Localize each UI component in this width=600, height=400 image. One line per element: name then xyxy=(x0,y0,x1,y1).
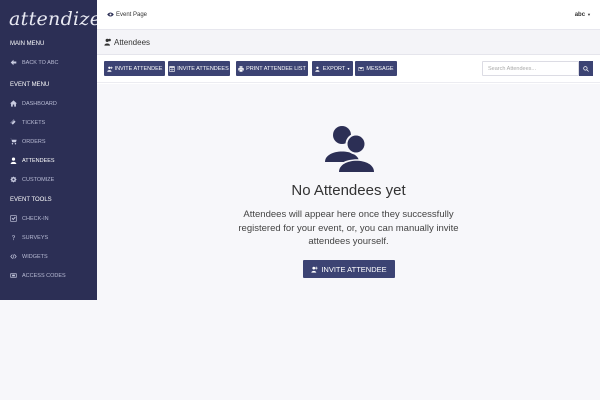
caret-down-icon: ▼ xyxy=(346,66,351,71)
message-label: MESSAGE xyxy=(366,65,394,72)
user-icon xyxy=(9,157,17,165)
search-attendees-input[interactable]: Search Attendees... xyxy=(482,61,579,76)
users-icon xyxy=(104,38,111,46)
sidebar-section-main-menu: MAIN MENU xyxy=(10,41,45,47)
invite-attendee-label: INVITE ATTENDEE xyxy=(114,65,163,72)
main-content: No Attendees yet Attendees will appear h… xyxy=(97,84,600,400)
sidebar-item-attendees[interactable]: ATTENDEES xyxy=(0,151,97,170)
print-attendee-list-button[interactable]: PRINT ATTENDEE LIST xyxy=(236,61,308,76)
arrow-left-icon xyxy=(9,59,17,67)
sidebar-section-event-menu: EVENT MENU xyxy=(10,82,50,88)
export-label: EXPORT xyxy=(322,65,346,72)
cog-icon xyxy=(9,176,17,184)
sidebar-item-widgets[interactable]: WIDGETS xyxy=(0,247,97,266)
question-icon xyxy=(9,234,17,242)
event-page-label: Event Page xyxy=(116,11,148,18)
sidebar-item-orders[interactable]: ORDERS xyxy=(0,132,97,151)
sidebar-item-check-in[interactable]: CHECK-IN xyxy=(0,209,97,228)
empty-state-title: No Attendees yet xyxy=(291,182,406,199)
message-button[interactable]: MESSAGE xyxy=(355,61,397,76)
sidebar-item-tickets[interactable]: TICKETS xyxy=(0,113,97,132)
sidebar-item-label: BACK TO ABC xyxy=(22,59,59,66)
search-button[interactable] xyxy=(579,61,593,76)
invite-attendee-label: INVITE ATTENDEE xyxy=(321,264,387,274)
sidebar-item-back[interactable]: BACK TO ABC xyxy=(0,53,97,72)
sidebar-item-label: CUSTOMIZE xyxy=(22,176,55,183)
eye-icon xyxy=(107,12,114,17)
sidebar-item-customize[interactable]: CUSTOMIZE xyxy=(0,170,97,189)
page-header: Attendees xyxy=(97,30,600,55)
users-icon xyxy=(325,126,378,172)
code-icon xyxy=(9,253,17,261)
invite-attendees-label: INVITE ATTENDEES xyxy=(177,65,229,72)
sidebar-item-dashboard[interactable]: DASHBOARD xyxy=(0,94,97,113)
sidebar-footer-space xyxy=(0,300,97,400)
cart-icon xyxy=(9,138,17,146)
sidebar-item-label: TICKETS xyxy=(22,119,46,126)
user-export-icon xyxy=(315,66,320,72)
sidebar-section-event-tools: EVENT TOOLS xyxy=(10,197,52,203)
envelope-icon xyxy=(358,66,365,71)
invite-attendee-button[interactable]: INVITE ATTENDEE xyxy=(104,61,165,76)
invite-attendees-button[interactable]: INVITE ATTENDEES xyxy=(168,61,230,76)
sidebar-item-label: WIDGETS xyxy=(22,253,48,260)
search-icon xyxy=(583,65,589,72)
invite-attendee-button[interactable]: INVITE ATTENDEE xyxy=(303,260,395,278)
event-page-link[interactable]: Event Page xyxy=(107,12,147,18)
export-dropdown-button[interactable]: EXPORT ▼ xyxy=(312,61,353,76)
empty-state-text: Attendees will appear here once they suc… xyxy=(238,209,459,247)
sidebar-item-label: ORDERS xyxy=(22,138,46,145)
top-bar: Event Page abc ▼ xyxy=(97,0,600,30)
table-icon xyxy=(169,65,175,72)
print-attendee-list-label: PRINT ATTENDEE LIST xyxy=(246,65,306,72)
sidebar-item-label: ATTENDEES xyxy=(22,157,55,164)
sidebar-item-label: CHECK-IN xyxy=(22,215,49,222)
sidebar-item-access-codes[interactable]: ACCESS CODES xyxy=(0,266,97,285)
sidebar-item-label: DASHBOARD xyxy=(22,100,57,107)
user-plus-icon xyxy=(311,266,318,273)
checkbox-icon xyxy=(9,215,17,223)
user-plus-icon xyxy=(106,66,113,72)
user-menu[interactable]: abc ▼ xyxy=(575,12,591,18)
user-name: abc xyxy=(574,11,586,18)
app-logo[interactable]: attendize xyxy=(0,0,101,37)
ticket-code-icon xyxy=(9,272,17,280)
caret-down-icon: ▼ xyxy=(587,12,591,17)
sidebar-item-label: ACCESS CODES xyxy=(22,272,66,279)
ticket-icon xyxy=(9,119,17,127)
page-title: Attendees xyxy=(114,37,151,47)
sidebar-item-label: SURVEYS xyxy=(22,234,49,241)
toolbar: INVITE ATTENDEE INVITE ATTENDEES PRINT A… xyxy=(97,55,600,83)
sidebar-item-surveys[interactable]: SURVEYS xyxy=(0,228,97,247)
print-icon xyxy=(238,65,244,72)
home-icon xyxy=(9,100,17,108)
sidebar: attendize MAIN MENU BACK TO ABC EVENT ME… xyxy=(0,0,101,300)
